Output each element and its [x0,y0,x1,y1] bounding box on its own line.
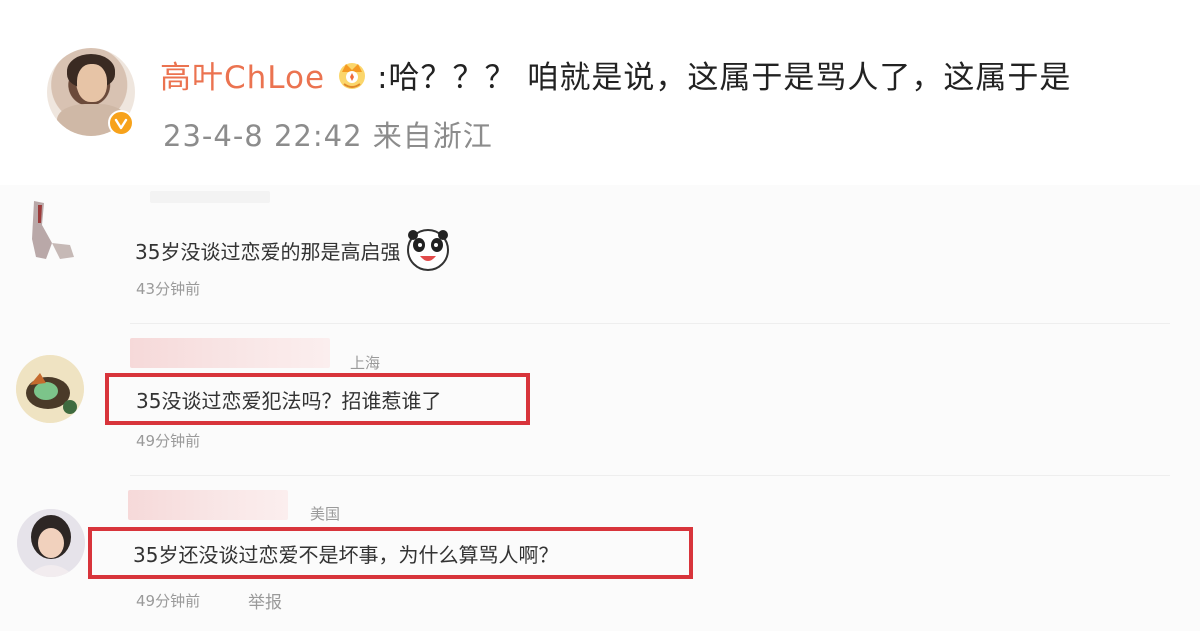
comment-item: 美国 35岁还没谈过恋爱不是坏事，为什么算骂人啊？ 49分钟前 举报 [0,485,1200,631]
post-source: 来自浙江 [372,119,493,153]
verified-v-icon [114,118,128,130]
panda-laugh-emoji-icon [406,228,450,272]
avatar-face [77,64,107,102]
comment-text: 35岁没谈过恋爱的那是高启强 [135,239,401,264]
verified-badge-icon [108,110,134,136]
commenter-avatar-figure [16,355,84,423]
comment-location: 上海 [350,354,381,372]
screenshot-frame: 高叶ChLoe :哈？？？ 咱就是说，这属于是骂人了，这属于是 23-4-8 2… [0,0,1200,631]
post-header: 高叶ChLoe :哈？？？ 咱就是说，这属于是骂人了，这属于是 23-4-8 2… [0,0,1200,185]
comment-location: 美国 [310,505,341,523]
comment-time: 49分钟前 [136,432,201,450]
comment-divider [130,475,1170,476]
commenter-name-blurred [128,490,288,520]
comment-time: 49分钟前 [136,592,201,610]
post-timestamp: 23-4-8 22:42 [163,119,363,153]
comment-text: 35岁还没谈过恋爱不是坏事，为什么算骂人啊？ [133,543,559,567]
comments-list: 35岁没谈过恋爱的那是高启强 43分钟前 上海 35没谈过恋爱犯法吗？招谁惹谁了… [0,185,1200,631]
post-text: :哈？？？ 咱就是说，这属于是骂人了，这属于是 [377,59,1072,96]
author-username[interactable]: 高叶ChLoe [160,52,325,97]
comment-item: 35岁没谈过恋爱的那是高启强 43分钟前 [0,185,1200,335]
commenter-avatar[interactable] [17,509,85,577]
crown-icon [335,57,369,91]
comment-item: 上海 35没谈过恋爱犯法吗？招谁惹谁了 49分钟前 [0,335,1200,485]
commenter-name-blurred [150,191,270,203]
comment-text: 35没谈过恋爱犯法吗？招谁惹谁了 [136,389,442,413]
commenter-name-blurred [130,338,330,368]
report-link[interactable]: 举报 [248,588,282,613]
comment-divider [130,323,1170,324]
commenter-avatar-figure [17,509,85,577]
commenter-avatar-figure [32,201,74,259]
post-meta: 23-4-8 22:42 来自浙江 [163,113,493,155]
comment-text-wrap: 35岁没谈过恋爱的那是高启强 [135,228,450,272]
commenter-avatar[interactable] [22,199,78,261]
post-line: 高叶ChLoe :哈？？？ 咱就是说，这属于是骂人了，这属于是 [160,52,1071,96]
commenter-avatar[interactable] [16,355,84,423]
comment-time: 43分钟前 [136,280,201,298]
